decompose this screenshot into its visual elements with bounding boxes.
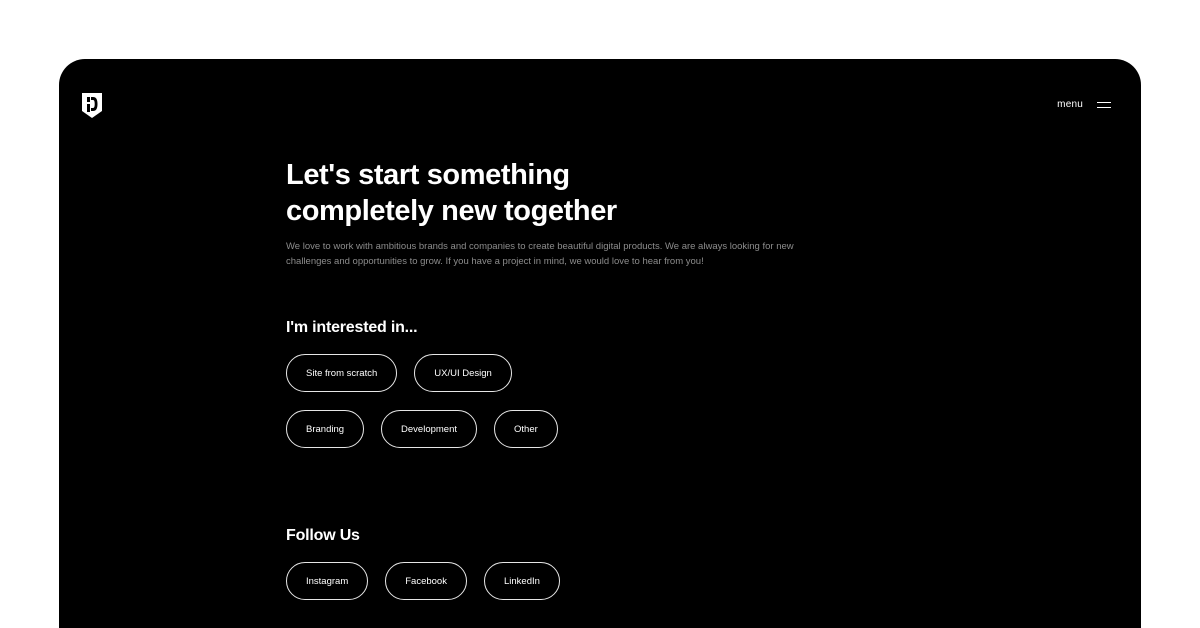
facebook-link[interactable]: Facebook	[385, 562, 467, 600]
headline-line-2: completely new together	[286, 195, 617, 227]
interest-site-from-scratch-button[interactable]: Site from scratch	[286, 354, 398, 392]
headline-line-1: Let's start something	[286, 159, 570, 191]
intro-text: We love to work with ambitious brands an…	[286, 239, 906, 269]
interest-branding-button[interactable]: Branding	[286, 410, 365, 448]
shield-logo-icon[interactable]	[81, 92, 103, 119]
follow-title: Follow Us	[286, 527, 360, 544]
hamburger-menu-icon[interactable]	[1097, 101, 1111, 109]
social-links: Instagram Facebook LinkedIn	[286, 562, 560, 600]
follow-section: Follow Us Instagram Facebook LinkedIn	[286, 527, 560, 600]
page-title: Let's start something completely new tog…	[286, 157, 926, 229]
intro-line-2: challenges and opportunities to grow. If…	[286, 256, 704, 267]
interest-other-button[interactable]: Other	[494, 410, 558, 448]
page-frame: menu Let's start something completely ne…	[59, 59, 1141, 628]
intro-line-1: We love to work with ambitious brands an…	[286, 241, 794, 252]
hero: Let's start something completely new tog…	[286, 157, 926, 269]
interests-section: I'm interested in... Site from scratch U…	[286, 319, 558, 448]
linkedin-link[interactable]: LinkedIn	[483, 562, 560, 600]
interest-row-1: Site from scratch UX/UI Design	[286, 354, 558, 392]
interests-title: I'm interested in...	[286, 319, 418, 336]
interest-development-button[interactable]: Development	[381, 410, 478, 448]
menu-label: menu	[1057, 99, 1083, 110]
interest-row-2: Branding Development Other	[286, 410, 558, 448]
interest-ux-ui-design-button[interactable]: UX/UI Design	[414, 354, 512, 392]
menu-button[interactable]: menu	[1057, 99, 1111, 110]
instagram-link[interactable]: Instagram	[286, 562, 369, 600]
